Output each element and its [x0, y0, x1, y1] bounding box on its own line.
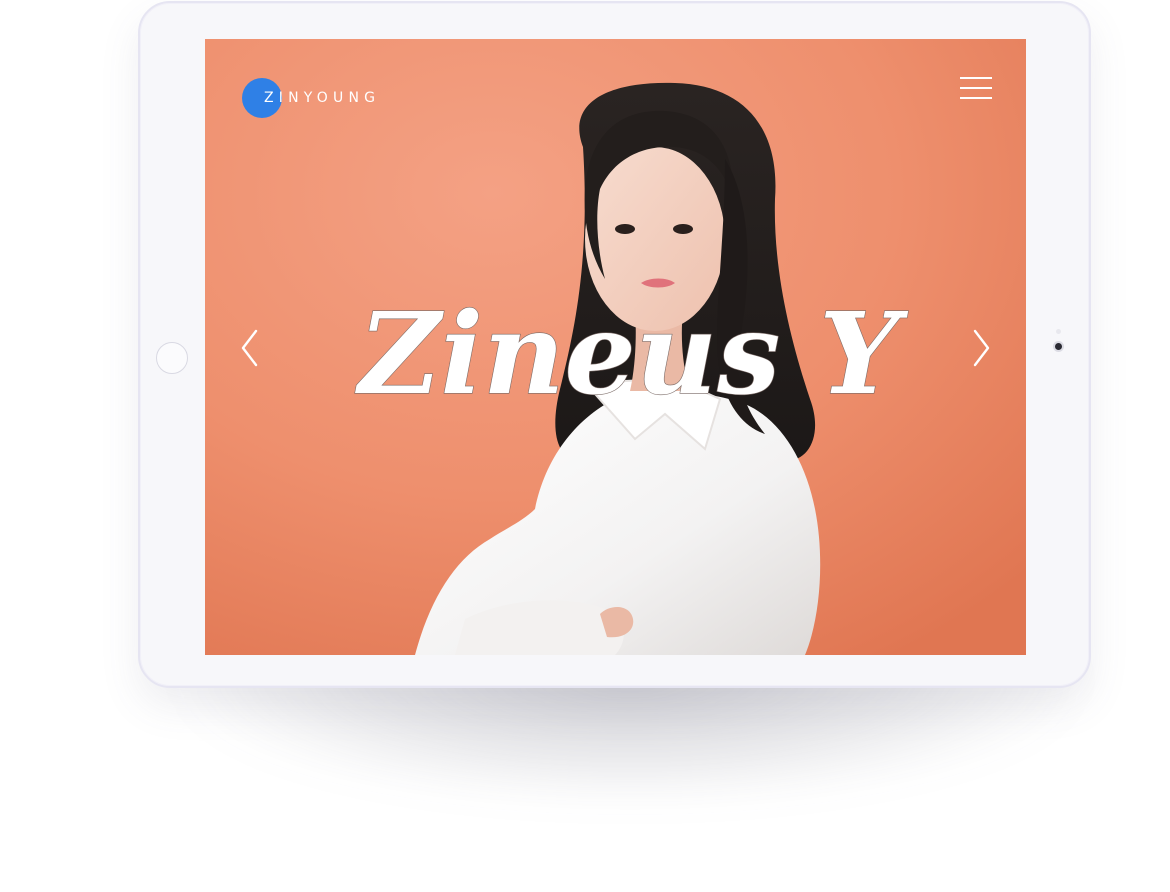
sensor-dot — [1056, 329, 1061, 334]
hero-title-text: Zineus Y — [355, 289, 908, 420]
menu-line — [960, 97, 992, 99]
chevron-right-icon[interactable] — [969, 327, 993, 369]
menu-line — [960, 87, 992, 89]
home-button[interactable] — [156, 342, 188, 374]
hamburger-menu-icon[interactable] — [959, 75, 993, 101]
logo-text: ZINYOUNG — [264, 90, 381, 106]
chevron-left-icon[interactable] — [238, 327, 262, 369]
camera-dot — [1055, 343, 1062, 350]
hero-title: Zineus Y — [354, 288, 909, 420]
hero-slider: ZINYOUNG Zineus Y — [205, 39, 1026, 655]
page: ZINYOUNG Zineus Y — [0, 0, 1170, 892]
brand-logo[interactable]: ZINYOUNG — [242, 78, 380, 118]
menu-line — [960, 77, 992, 79]
